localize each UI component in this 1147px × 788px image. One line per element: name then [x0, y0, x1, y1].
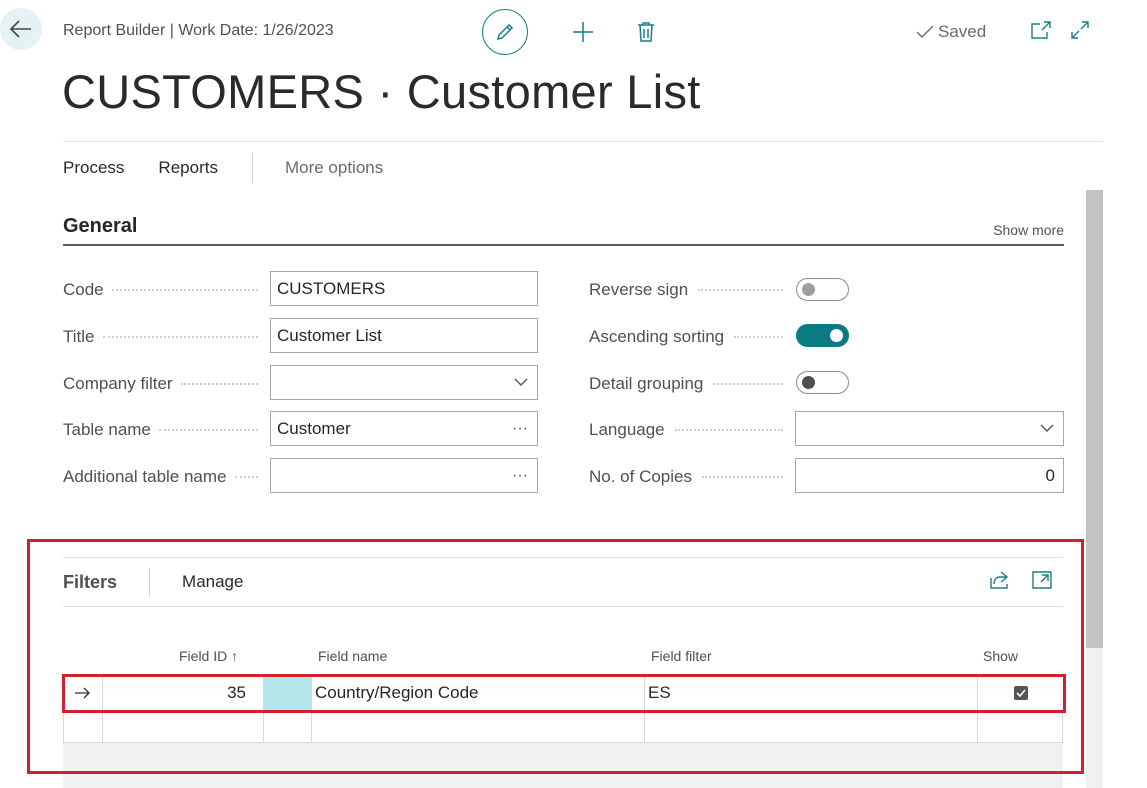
detail-grouping-label: Detail grouping	[589, 373, 704, 393]
chevron-down-icon	[514, 366, 528, 399]
language-label: Language	[589, 419, 665, 439]
table-name-label: Table name	[63, 419, 151, 439]
leader-dots	[158, 428, 258, 431]
ellipsis-icon[interactable]: ···	[512, 412, 528, 445]
company-filter-field: Company filter	[63, 366, 258, 401]
leader-dots	[234, 475, 258, 478]
additional-table-field: Additional table name	[63, 459, 258, 494]
show-more-link[interactable]: Show more	[993, 222, 1064, 244]
plus-icon	[573, 22, 593, 42]
leader-dots	[734, 335, 783, 338]
additional-table-input[interactable]: ···	[270, 458, 538, 493]
record-actions	[482, 9, 661, 55]
leader-dots	[180, 382, 258, 385]
detail-grouping-toggle[interactable]	[796, 371, 849, 394]
saved-status: Saved	[916, 22, 986, 42]
leader-dots	[674, 428, 783, 431]
code-label: Code	[63, 279, 104, 299]
copies-field: No. of Copies	[589, 459, 783, 494]
leader-dots	[111, 288, 258, 291]
title-value: Customer List	[277, 325, 382, 345]
highlight-box-row	[62, 674, 1066, 713]
divider	[251, 153, 253, 183]
title-label: Title	[63, 326, 95, 346]
code-input[interactable]: CUSTOMERS	[270, 271, 538, 306]
window-actions	[1030, 20, 1090, 40]
delete-button[interactable]	[631, 17, 661, 47]
copies-input[interactable]: 0	[795, 458, 1064, 493]
checkmark-icon	[916, 25, 934, 38]
ascending-sorting-field: Ascending sorting	[589, 319, 783, 354]
reverse-sign-toggle[interactable]	[796, 278, 849, 301]
title-input[interactable]: Customer List	[270, 318, 538, 353]
detail-grouping-field: Detail grouping	[589, 366, 783, 401]
expand-icon[interactable]	[1070, 20, 1090, 40]
chevron-down-icon	[1040, 412, 1054, 445]
edit-button[interactable]	[482, 9, 528, 55]
copies-label: No. of Copies	[589, 466, 692, 486]
ascending-sorting-label: Ascending sorting	[589, 326, 725, 346]
more-options-button[interactable]: More options	[285, 158, 383, 178]
action-bar: Process Reports More options	[63, 153, 417, 183]
code-field: Code	[63, 272, 258, 307]
copies-value: 0	[1045, 465, 1055, 485]
saved-label: Saved	[938, 22, 987, 41]
company-filter-select[interactable]	[270, 365, 538, 400]
process-menu[interactable]: Process	[63, 158, 124, 178]
ascending-sorting-toggle[interactable]	[796, 324, 849, 347]
toggle-knob	[802, 283, 815, 296]
open-new-window-icon[interactable]	[1030, 20, 1052, 40]
toggle-knob	[830, 329, 843, 342]
scrollbar-thumb[interactable]	[1086, 190, 1103, 648]
reverse-sign-label: Reverse sign	[589, 279, 689, 299]
leader-dots	[698, 288, 783, 291]
highlight-box-filters	[27, 539, 1084, 774]
new-button[interactable]	[568, 17, 598, 47]
general-section: General Show more	[63, 214, 1064, 246]
arrow-left-icon	[10, 20, 31, 38]
divider	[63, 141, 1103, 142]
leader-dots	[102, 335, 258, 338]
title-field: Title	[63, 319, 258, 354]
trash-icon	[638, 22, 654, 42]
additional-table-label: Additional table name	[63, 466, 227, 486]
table-name-value: Customer	[277, 418, 351, 438]
section-title: General	[63, 215, 138, 237]
company-filter-label: Company filter	[63, 373, 173, 393]
language-select[interactable]	[795, 411, 1064, 446]
table-name-input[interactable]: Customer ···	[270, 411, 538, 446]
code-value: CUSTOMERS	[277, 278, 386, 298]
page-title: CUSTOMERS · Customer List	[62, 65, 701, 118]
table-name-field: Table name	[63, 412, 258, 447]
pencil-icon	[496, 23, 514, 41]
leader-dots	[702, 475, 783, 478]
reports-menu[interactable]: Reports	[158, 158, 218, 178]
breadcrumb: Report Builder | Work Date: 1/26/2023	[63, 22, 334, 39]
language-field: Language	[589, 412, 783, 447]
leader-dots	[713, 382, 783, 385]
back-button[interactable]	[0, 8, 42, 50]
ellipsis-icon[interactable]: ···	[512, 459, 528, 492]
toggle-knob	[802, 376, 815, 389]
reverse-sign-field: Reverse sign	[589, 272, 783, 307]
